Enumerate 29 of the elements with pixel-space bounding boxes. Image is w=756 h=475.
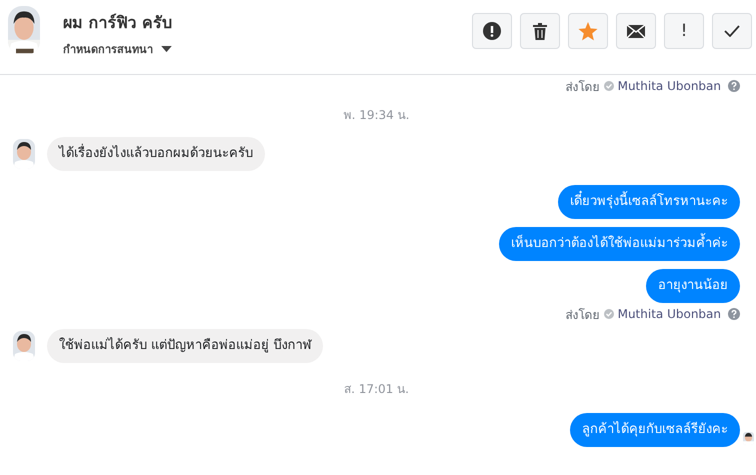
alert-button[interactable] <box>472 13 512 49</box>
message-bubble: ลูกค้าได้คุยกับเซลล์รียังคะ <box>570 413 740 447</box>
help-icon <box>728 80 740 92</box>
check-icon <box>724 25 740 37</box>
message-bubble: ได้เรื่องยังไงแล้วบอกผมด้วยนะครับ <box>47 137 265 171</box>
star-button[interactable] <box>568 13 608 49</box>
message-bubble: เดี๋ยวพรุ่งนี้เซลล์โทรหานะคะ <box>558 185 740 219</box>
delete-button[interactable] <box>520 13 560 49</box>
sent-by-label: ส่งโดย <box>566 78 600 96</box>
message-bubble: เห็นบอกว่าต้องได้ใช้พ่อแม่มาร่วมค้ำค่ะ <box>499 227 740 261</box>
contact-name: ผม การ์ฟิว ครับ <box>63 12 172 34</box>
caret-icon <box>161 46 172 52</box>
trash-icon <box>533 22 547 40</box>
sender-link[interactable]: Muthita Ubonban <box>618 307 721 321</box>
timestamp: พ. 19:34 น. <box>344 107 410 123</box>
sent-by-label: ส่งโดย <box>566 306 600 324</box>
check-circle-icon <box>604 81 614 91</box>
check-circle-icon <box>604 309 614 319</box>
important-button[interactable]: ! <box>664 13 704 49</box>
message-bubble: ใช้พ่อแม่ได้ครับ แต่ปัญหาคือพ่อแม่อยู่ บึงกาฬ <box>47 329 324 363</box>
mail-button[interactable] <box>616 13 656 49</box>
alert-icon <box>483 22 501 40</box>
message-bubble: อายุงานน้อย <box>646 269 740 303</box>
timestamp: ส. 17:01 น. <box>344 381 409 397</box>
conversation-settings-dropdown[interactable]: กำหนดการสนทนา <box>63 40 172 58</box>
done-button[interactable] <box>712 13 752 49</box>
mail-icon <box>627 24 645 38</box>
help-icon <box>728 308 740 320</box>
sender-link[interactable]: Muthita Ubonban <box>618 79 721 93</box>
